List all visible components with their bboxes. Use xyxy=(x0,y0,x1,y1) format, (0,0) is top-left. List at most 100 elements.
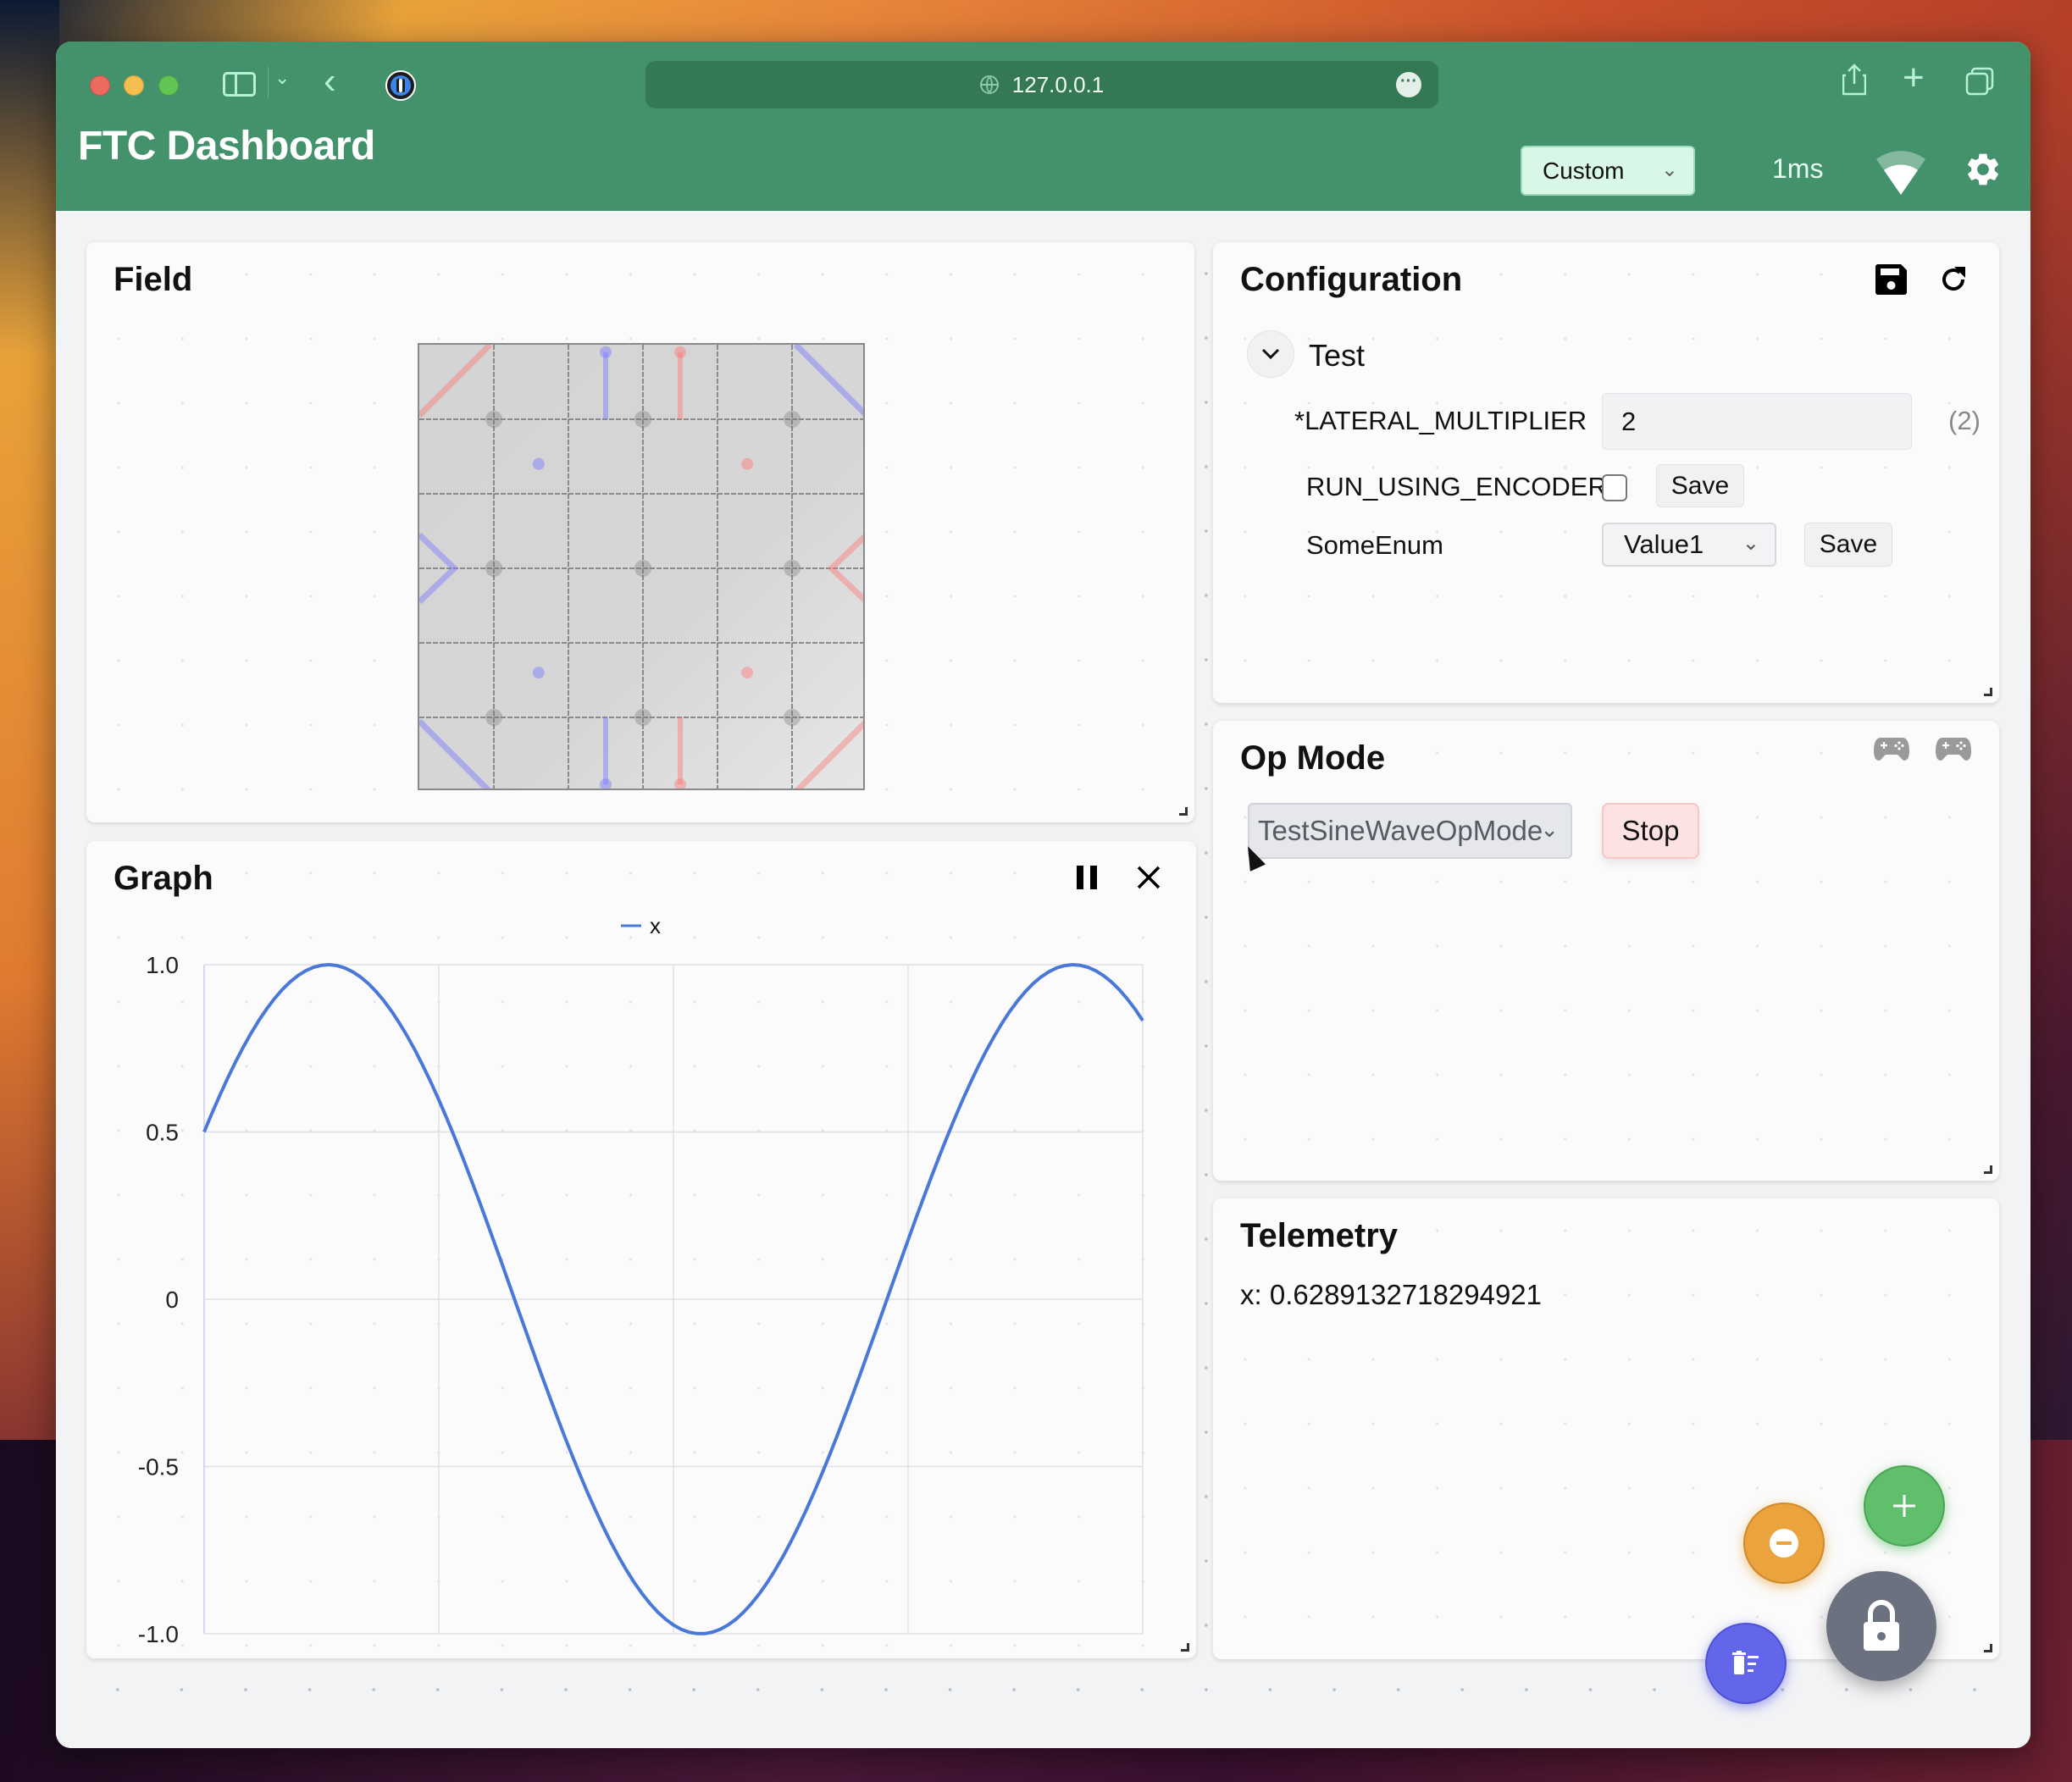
resize-handle[interactable] xyxy=(1181,1643,1189,1652)
group-collapse-toggle[interactable] xyxy=(1247,330,1294,378)
y-tick-label: 0 xyxy=(165,1287,179,1313)
layout-preset-value: Custom xyxy=(1543,157,1625,184)
close-window-button[interactable] xyxy=(90,75,110,96)
back-icon[interactable]: ‹ xyxy=(324,60,336,102)
configuration-panel: Configuration Test *LATERAL_MULTIPLIER 2… xyxy=(1213,242,1999,703)
field-panel-title: Field xyxy=(114,261,193,298)
field-marker xyxy=(741,667,754,679)
resize-handle[interactable] xyxy=(1179,807,1188,816)
field-marker xyxy=(600,346,612,358)
sidebar-icon[interactable] xyxy=(223,72,256,97)
legend-label-x: x xyxy=(650,913,661,938)
tabs-icon[interactable] xyxy=(1965,67,1994,96)
plus-icon[interactable]: + xyxy=(1903,57,1925,99)
config-group-label: Test xyxy=(1309,338,1366,373)
field-marker xyxy=(674,346,686,358)
lateral-multiplier-saved-value: (2) xyxy=(1948,406,1981,435)
configuration-panel-title: Configuration xyxy=(1240,261,1463,298)
lock-icon xyxy=(1864,1600,1899,1651)
field-junction xyxy=(485,411,502,428)
app-title: FTC Dashboard xyxy=(78,124,375,169)
stop-button[interactable]: Stop xyxy=(1602,803,1699,859)
latency-readout: 1ms xyxy=(1772,153,1824,184)
resize-handle[interactable] xyxy=(1984,1165,1992,1174)
chevron-down-icon: ⌄ xyxy=(1540,816,1559,842)
field-marker xyxy=(532,667,545,679)
field-junction xyxy=(485,560,502,577)
some-enum-value: Value1 xyxy=(1624,529,1704,559)
globe-icon xyxy=(979,75,999,94)
some-enum-select[interactable]: Value1 ⌄ xyxy=(1602,523,1776,567)
gamepad-2-icon xyxy=(1936,738,1971,761)
chevron-down-icon xyxy=(1261,348,1280,360)
field-tape-blue xyxy=(419,718,491,789)
wifi-icon xyxy=(1876,151,1925,195)
gamepad-1-icon xyxy=(1874,738,1909,761)
resize-handle[interactable] xyxy=(1984,688,1992,696)
field-panel: Field xyxy=(86,242,1194,822)
remove-panel-button[interactable] xyxy=(1743,1503,1825,1584)
line-chart: 1.0 0.5 0 -0.5 -1.0 x xyxy=(138,913,1144,1647)
config-label-lateral-multiplier: *LATERAL_MULTIPLIER xyxy=(1294,406,1587,435)
field-tape-blue xyxy=(793,345,863,417)
chevron-down-icon: ⌄ xyxy=(1742,532,1759,555)
lateral-multiplier-value: 2 xyxy=(1621,406,1637,436)
config-label-some-enum: SomeEnum xyxy=(1306,530,1443,560)
save-some-enum-button[interactable]: Save xyxy=(1804,523,1892,567)
y-tick-label: -1.0 xyxy=(138,1621,179,1647)
clear-layout-button[interactable] xyxy=(1705,1623,1787,1704)
opmode-select[interactable]: TestSineWaveOpMode ⌄ xyxy=(1248,803,1572,859)
dashboard-content: Field Graph 1.0 0.5 0 -0.5 -1.0 x Configurati… xyxy=(56,211,2030,1748)
field-junction xyxy=(784,411,801,428)
field-drawing xyxy=(419,345,863,789)
lateral-multiplier-input[interactable]: 2 xyxy=(1602,393,1912,450)
field-junction xyxy=(784,560,801,577)
graph-panel: Graph 1.0 0.5 0 -0.5 -1.0 x xyxy=(86,841,1196,1658)
gear-icon[interactable] xyxy=(1964,150,2003,189)
field-marker xyxy=(741,457,754,470)
opmode-panel: Op Mode TestSineWaveOpMode ⌄ Stop xyxy=(1213,721,1999,1181)
layout-preset-select[interactable]: Custom ⌄ xyxy=(1521,146,1695,196)
field-junction xyxy=(634,709,651,726)
telemetry-line: x: 0.6289132718294921 xyxy=(1240,1279,1543,1310)
chevron-down-icon[interactable]: ⌄ xyxy=(274,67,290,89)
share-icon[interactable] xyxy=(1842,64,1866,96)
browser-titlebar: ⌄ ‹ 127.0.0.1 ··· + FTC Dashboard xyxy=(56,42,2030,211)
add-panel-button[interactable] xyxy=(1864,1465,1945,1547)
refresh-icon[interactable] xyxy=(1938,264,1969,295)
field-junction xyxy=(634,411,651,428)
field-tape-red xyxy=(419,345,493,418)
y-tick-label: 1.0 xyxy=(146,952,179,978)
address-bar[interactable]: 127.0.0.1 ··· xyxy=(645,61,1438,108)
field-marker xyxy=(600,778,612,789)
field-junction xyxy=(485,709,502,726)
config-label-run-using-encoder: RUN_USING_ENCODER xyxy=(1306,472,1607,501)
plus-icon xyxy=(1893,1495,1915,1517)
save-icon[interactable] xyxy=(1875,264,1907,295)
opmode-panel-title: Op Mode xyxy=(1240,739,1386,777)
toolbar-divider xyxy=(268,67,269,97)
lock-layout-button[interactable] xyxy=(1826,1571,1936,1681)
minimize-window-button[interactable] xyxy=(124,75,144,96)
field-junction xyxy=(784,709,801,726)
y-tick-label: -0.5 xyxy=(138,1454,179,1480)
resize-handle[interactable] xyxy=(1984,1644,1992,1652)
field-marker xyxy=(674,778,686,789)
field-tape-red xyxy=(795,720,863,789)
save-run-using-encoder-button[interactable]: Save xyxy=(1656,464,1744,507)
opmode-selected-value: TestSineWaveOpMode xyxy=(1258,815,1543,846)
field-junction xyxy=(634,560,651,577)
maximize-window-button[interactable] xyxy=(158,75,179,96)
minus-circle-icon xyxy=(1770,1529,1798,1558)
clear-layout-icon xyxy=(1732,1651,1759,1674)
chevron-down-icon: ⌄ xyxy=(1660,158,1678,181)
field-image xyxy=(418,343,865,790)
url-text: 127.0.0.1 xyxy=(1011,71,1105,97)
run-using-encoder-checkbox[interactable] xyxy=(1602,474,1627,501)
telemetry-panel-title: Telemetry xyxy=(1240,1217,1399,1254)
password-manager-icon[interactable] xyxy=(385,70,416,101)
browser-window: ⌄ ‹ 127.0.0.1 ··· + FTC Dashboard Custom… xyxy=(56,42,2030,1748)
field-marker xyxy=(532,457,545,470)
more-icon[interactable]: ··· xyxy=(1396,72,1421,97)
y-tick-label: 0.5 xyxy=(146,1120,179,1146)
